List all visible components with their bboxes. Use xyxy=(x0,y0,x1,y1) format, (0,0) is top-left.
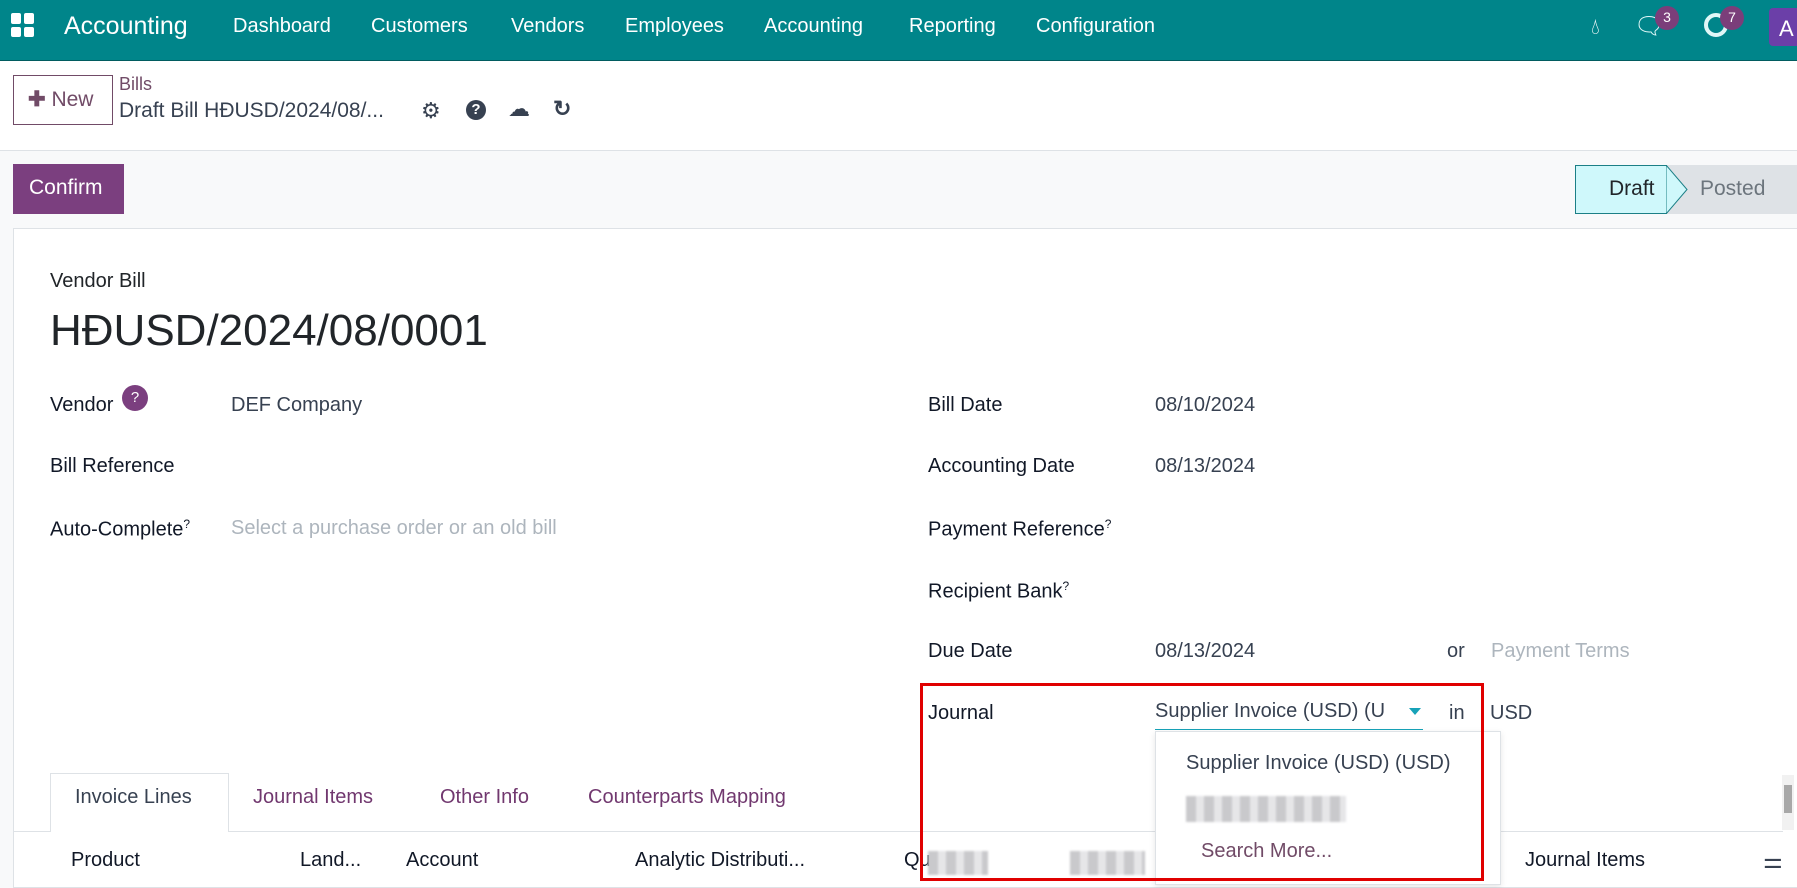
col-land[interactable]: Land... xyxy=(300,849,361,872)
menu-configuration[interactable]: Configuration xyxy=(1036,15,1155,38)
control-panel: ✚ New Bills Draft Bill HĐUSD/2024/08/...… xyxy=(0,61,1797,151)
vendor-help-icon[interactable]: ? xyxy=(122,385,148,411)
messages-count-badge: 3 xyxy=(1655,6,1679,30)
accounting-date-label: Accounting Date xyxy=(928,455,1075,477)
bill-reference-label: Bill Reference xyxy=(50,455,175,477)
payment-terms-input[interactable]: Payment Terms xyxy=(1491,640,1630,663)
app-name[interactable]: Accounting xyxy=(64,12,188,41)
vendor-label: Vendor xyxy=(50,394,114,416)
auto-complete-input[interactable]: Select a purchase order or an old bill xyxy=(231,517,557,540)
auto-complete-text: Auto-Complete xyxy=(50,518,184,541)
tab-journal-items[interactable]: Journal Items xyxy=(253,786,373,809)
help-mark[interactable]: ? xyxy=(1105,517,1112,531)
recipient-bank-label: Recipient Bank? xyxy=(928,579,1069,604)
doc-type: Vendor Bill xyxy=(50,270,146,292)
menu-reporting[interactable]: Reporting xyxy=(909,15,996,38)
stage-draft[interactable]: Draft xyxy=(1575,165,1667,214)
menu-vendors[interactable]: Vendors xyxy=(511,15,584,38)
stage-arrow xyxy=(1666,165,1688,214)
help-mark[interactable]: ? xyxy=(1063,579,1070,593)
col-product[interactable]: Product xyxy=(71,849,140,872)
accounting-date-field[interactable]: 08/13/2024 xyxy=(1155,455,1255,478)
breadcrumb-bills[interactable]: Bills xyxy=(119,74,152,95)
vendor-field[interactable]: DEF Company xyxy=(231,394,362,417)
undo-icon[interactable]: ↻ xyxy=(553,96,571,122)
bill-date-field[interactable]: 08/10/2024 xyxy=(1155,394,1255,417)
column-settings-icon[interactable]: ⚌ xyxy=(1763,848,1783,874)
recipient-bank-text: Recipient Bank xyxy=(928,580,1063,603)
menu-accounting[interactable]: Accounting xyxy=(764,15,863,38)
menu-customers[interactable]: Customers xyxy=(371,15,468,38)
drop-icon[interactable]: 💧︎ xyxy=(1591,14,1600,40)
new-button[interactable]: ✚ New xyxy=(13,75,113,125)
activities-count-badge: 7 xyxy=(1720,6,1744,30)
tab-counterparts-mapping[interactable]: Counterparts Mapping xyxy=(588,786,786,809)
plus-icon: ✚ xyxy=(28,88,46,111)
breadcrumb-current: Draft Bill HĐUSD/2024/08/... xyxy=(119,99,384,122)
help-mark[interactable]: ? xyxy=(183,517,190,531)
top-navbar: Accounting Dashboard Customers Vendors E… xyxy=(0,0,1797,61)
due-date-label: Due Date xyxy=(928,640,1013,662)
menu-dashboard[interactable]: Dashboard xyxy=(233,15,331,38)
tabs-bar xyxy=(13,831,1783,832)
bill-date-label: Bill Date xyxy=(928,394,1003,416)
col-account[interactable]: Account xyxy=(406,849,478,872)
due-date-field[interactable]: 08/13/2024 xyxy=(1155,640,1255,663)
payment-reference-label: Payment Reference? xyxy=(928,517,1111,542)
confirm-button[interactable]: Confirm xyxy=(13,164,124,214)
cloud-upload-icon[interactable]: ☁ xyxy=(508,96,530,122)
tab-invoice-lines-label[interactable]: Invoice Lines xyxy=(75,786,192,809)
stage-posted-label: Posted xyxy=(1700,177,1766,200)
col-analytic-distribution[interactable]: Analytic Distributi... xyxy=(635,849,805,872)
scrollbar[interactable] xyxy=(1782,775,1794,830)
stage-draft-label: Draft xyxy=(1609,177,1655,200)
currency-field[interactable]: USD xyxy=(1490,702,1532,725)
payment-reference-text: Payment Reference xyxy=(928,518,1105,541)
menu-employees[interactable]: Employees xyxy=(625,15,724,38)
or-label: or xyxy=(1447,640,1465,662)
new-label: New xyxy=(51,88,94,111)
gear-icon[interactable]: ⚙ xyxy=(421,98,441,124)
avatar[interactable]: A xyxy=(1769,8,1797,46)
auto-complete-label: Auto-Complete? xyxy=(50,517,190,542)
apps-grid-icon[interactable] xyxy=(11,13,35,37)
col-journal-items[interactable]: Journal Items xyxy=(1525,849,1645,872)
tab-other-info[interactable]: Other Info xyxy=(440,786,529,809)
help-icon[interactable]: ? xyxy=(466,100,486,120)
highlight-box xyxy=(920,683,1484,881)
bill-number: HĐUSD/2024/08/0001 xyxy=(50,306,488,355)
